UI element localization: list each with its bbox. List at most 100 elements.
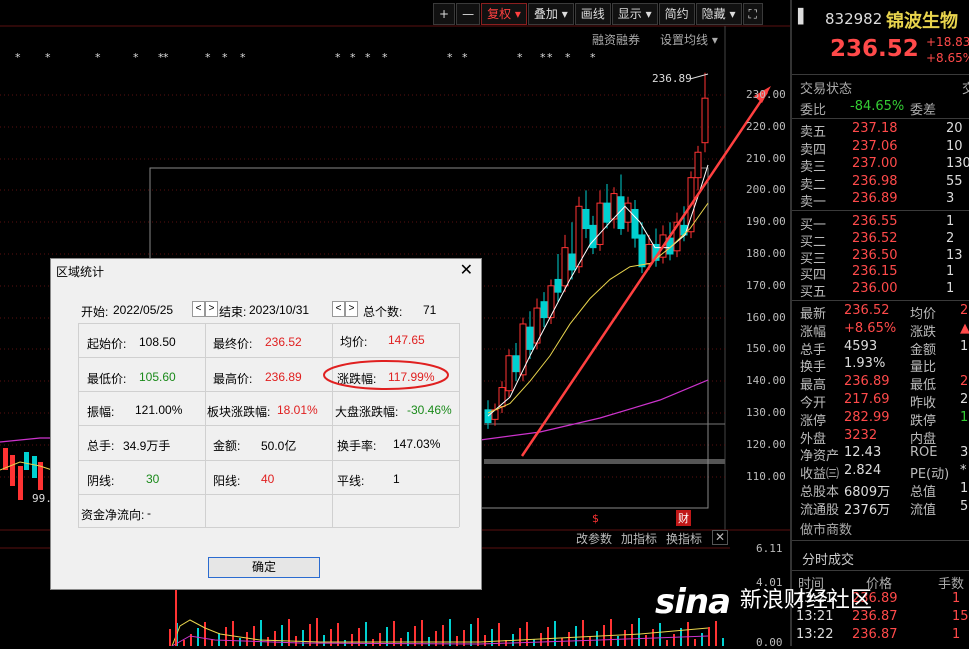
price-change-pct: +8.65%	[926, 51, 969, 65]
yincang-button[interactable]: 隐藏 ▾	[695, 3, 742, 25]
stat-value: 2	[960, 374, 969, 390]
sector-label: 板块涨跌幅:	[207, 405, 271, 419]
buy-price[interactable]: 236.52	[852, 231, 898, 246]
stat-value: 56	[960, 498, 969, 514]
price-axis-label: 130.00	[746, 406, 786, 419]
indicator-line	[171, 635, 709, 646]
fullscreen-icon[interactable]: ⛶	[742, 3, 763, 25]
candle-body	[10, 455, 15, 486]
buy-vol: 2	[946, 230, 955, 246]
huaxian-button[interactable]: 画线	[574, 3, 611, 25]
stat-label: 涨停	[800, 413, 827, 429]
buy-price[interactable]: 236.15	[852, 264, 898, 279]
sell-price[interactable]: 236.98	[852, 174, 898, 189]
grid-line	[78, 527, 459, 528]
amt-label: 金额:	[213, 439, 241, 453]
buy-price[interactable]: 236.00	[852, 281, 898, 296]
stat-label: 昨收	[910, 396, 937, 411]
fuquan-button[interactable]: 复权 ▾	[481, 3, 527, 25]
price-axis-label: 230.00	[746, 88, 786, 101]
menu-icon[interactable]: ▌	[798, 9, 809, 25]
close-price-label: 最终价:	[213, 337, 253, 351]
grid-line	[205, 323, 206, 527]
stat-value: 2	[960, 303, 969, 318]
stat-label: 跌停	[910, 413, 937, 429]
stat-value: 2376万	[844, 502, 891, 518]
stat-value: 16	[960, 481, 969, 496]
amp-value: 121.00%	[135, 403, 183, 417]
end-prev-button[interactable]: <	[332, 301, 345, 317]
start-prev-button[interactable]: <	[192, 301, 205, 317]
switch-indicator-link[interactable]: 换指标	[666, 530, 702, 547]
status-label: 交易状态	[800, 82, 853, 97]
flow-label: 资金净流向:	[81, 508, 145, 522]
jianyue-button[interactable]: 简约	[658, 3, 695, 25]
zoom-out-button[interactable]: —	[456, 3, 481, 25]
market-label: 大盘涨跌幅:	[335, 405, 399, 419]
candle-body	[631, 208, 639, 239]
sell-price[interactable]: 237.00	[852, 156, 898, 171]
candle-body	[32, 456, 37, 478]
buy-vol: 1	[946, 214, 955, 229]
candle-body	[701, 97, 709, 144]
rongzi-link[interactable]: 融资融券	[592, 31, 640, 48]
sell-price[interactable]: 236.89	[852, 191, 898, 206]
event-mark-financial[interactable]: 财	[676, 510, 691, 526]
event-star-mark: *	[447, 51, 453, 64]
sina-logo: sina	[655, 582, 731, 622]
trend-arrow-line	[520, 91, 769, 457]
sell-price[interactable]: 237.18	[852, 121, 898, 136]
xianshi-button[interactable]: 显示 ▾	[611, 3, 658, 25]
tick-time: 13:22	[796, 627, 834, 642]
event-star-mark: *	[540, 51, 546, 64]
stat-label: 今开	[800, 396, 827, 411]
sina-watermark: sina 新浪财经社区	[655, 582, 872, 622]
zoom-in-button[interactable]: +	[433, 3, 456, 25]
stat-label: 涨幅	[800, 324, 827, 340]
weicha-label: 委差	[910, 103, 937, 118]
close-indicator-icon[interactable]: ✕	[712, 530, 729, 545]
ok-button[interactable]: 确定	[208, 557, 320, 578]
stat-label: 换手	[800, 360, 827, 376]
stat-label: 均价	[910, 307, 937, 322]
candle-body	[575, 205, 583, 268]
candle-body	[589, 224, 597, 249]
candle-body	[540, 301, 548, 319]
end-next-button[interactable]: >	[345, 301, 358, 317]
candle-body	[561, 247, 569, 287]
candle-body	[638, 234, 646, 268]
event-mark-dividend[interactable]: $	[592, 512, 599, 525]
yang-label: 阳线:	[213, 474, 241, 488]
ticks-title[interactable]: 分时成交	[802, 549, 854, 568]
candle-body	[512, 355, 520, 373]
yin-value: 30	[146, 472, 160, 486]
price-axis-label: 160.00	[746, 310, 786, 324]
stat-value: 2	[960, 392, 969, 407]
turn-label: 换手率:	[337, 439, 377, 453]
event-star-mark: *	[565, 51, 571, 64]
edit-params-link[interactable]: 改参数	[576, 530, 612, 547]
stat-value: 4593	[844, 338, 878, 354]
buy-price[interactable]: 236.55	[852, 214, 898, 229]
stat-label: 最新	[800, 307, 827, 322]
candle-body	[624, 202, 632, 223]
add-indicator-link[interactable]: 加指标	[621, 530, 657, 547]
ticks-header-vol: 手数	[938, 577, 965, 592]
start-next-button[interactable]: >	[205, 301, 218, 317]
ma-settings-link[interactable]: 设置均线 ▾	[660, 31, 718, 48]
price-axis-label: 180.00	[746, 247, 786, 260]
weibi-value: -84.65%	[850, 99, 905, 114]
avg-value: 147.65	[388, 333, 425, 347]
price-axis-label: 170.00	[746, 278, 786, 292]
stat-value: 1	[960, 338, 969, 354]
flat-value: 1	[393, 472, 400, 486]
price-axis-label: 190.00	[746, 215, 786, 229]
event-star-mark: *	[382, 51, 388, 64]
buy-price[interactable]: 236.50	[852, 248, 898, 263]
candle-body	[24, 452, 29, 470]
candle-body	[596, 202, 604, 245]
sell-price[interactable]: 237.06	[852, 139, 898, 154]
close-price-value: 236.52	[265, 335, 302, 349]
diejia-button[interactable]: 叠加 ▾	[527, 3, 574, 25]
dialog-close-icon[interactable]: ✕	[460, 260, 473, 280]
